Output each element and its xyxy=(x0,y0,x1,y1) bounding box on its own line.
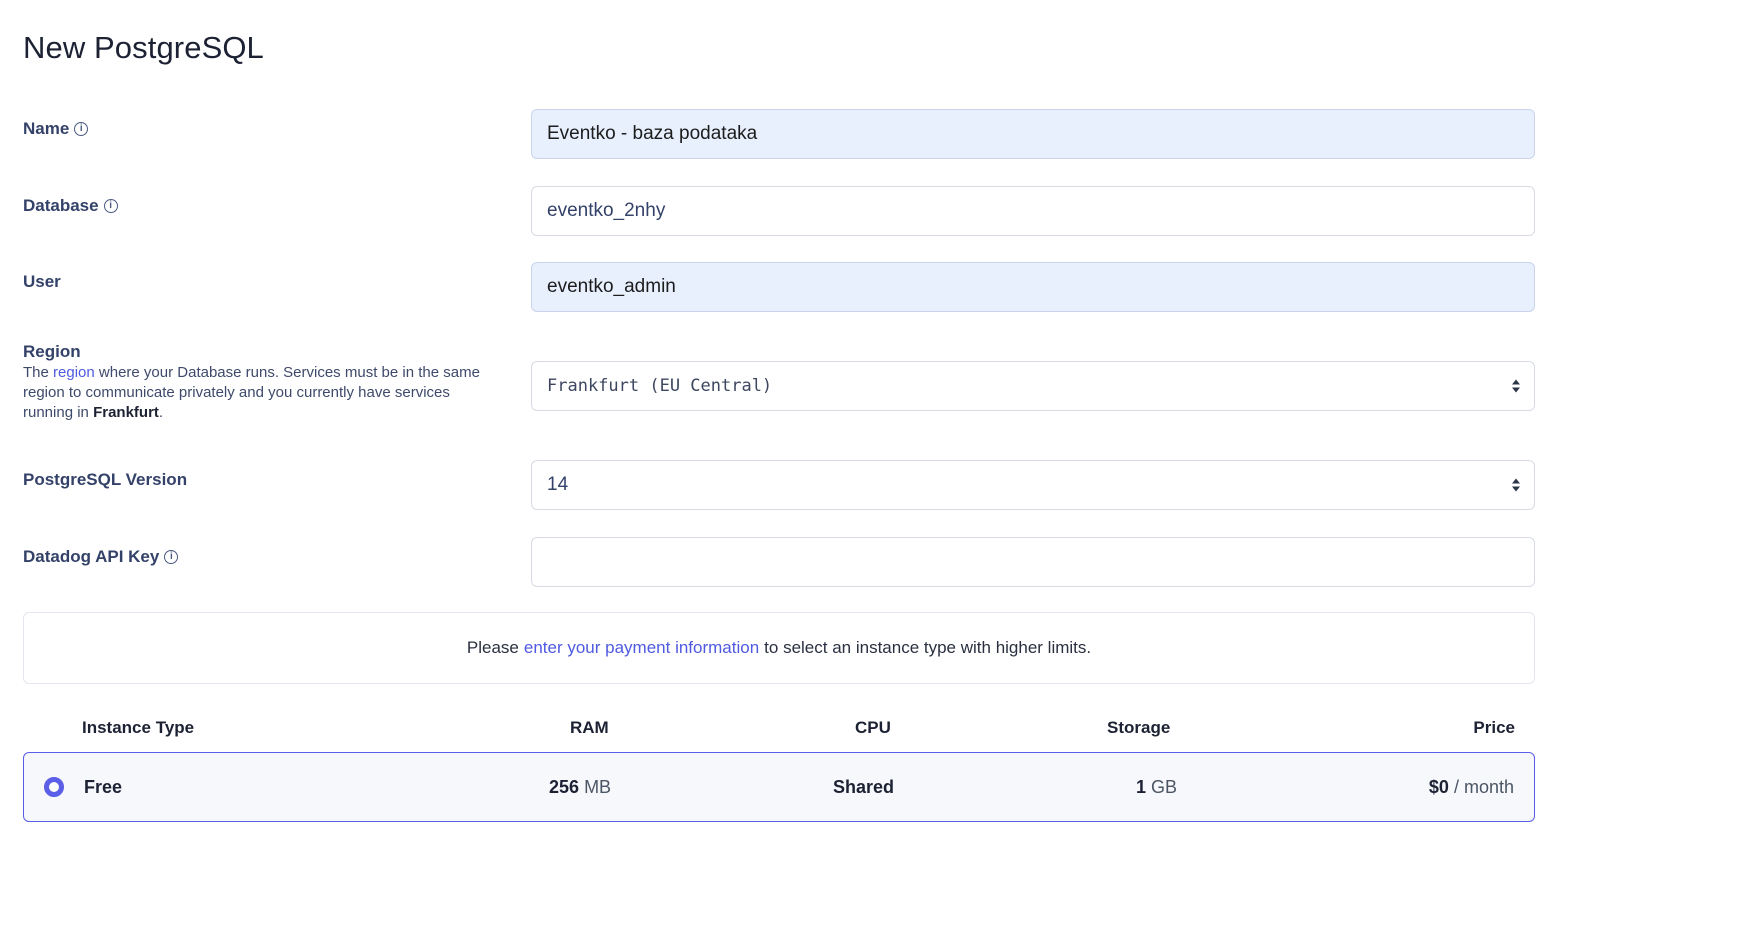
datadog-label-text: Datadog API Key xyxy=(23,547,160,566)
payment-info-link[interactable]: enter your payment information xyxy=(524,638,759,658)
version-selected-value: 14 xyxy=(547,474,569,495)
header-cpu: CPU xyxy=(855,718,891,737)
info-icon[interactable]: i xyxy=(103,199,118,213)
header-instance-type: Instance Type xyxy=(82,718,195,737)
region-selected-value: Frankfurt (EU Central) xyxy=(547,376,773,396)
version-label: PostgreSQL Version xyxy=(23,470,187,490)
payment-notice: Please enter your payment information to… xyxy=(23,612,1535,684)
notice-prefix: Please xyxy=(466,638,519,657)
instance-ram: 256 MB xyxy=(549,777,611,798)
name-input[interactable] xyxy=(547,110,1534,158)
price-unit: / month xyxy=(1453,777,1514,797)
storage-unit: GB xyxy=(1151,777,1178,797)
database-field[interactable] xyxy=(531,186,1535,236)
database-label-text: Database xyxy=(23,196,99,215)
info-icon[interactable]: i xyxy=(74,122,89,136)
database-input[interactable] xyxy=(547,187,1534,235)
datadog-input[interactable] xyxy=(547,538,1534,586)
ram-unit: MB xyxy=(584,777,612,797)
name-label-text: Name xyxy=(23,119,70,138)
header-ram: RAM xyxy=(570,718,609,737)
instance-row-free[interactable]: Free 256 MB Shared 1 GB $0 / month xyxy=(23,752,1535,822)
ram-value: 256 xyxy=(549,777,580,797)
instance-storage: 1 GB xyxy=(1136,777,1177,798)
price-value: $0 xyxy=(1428,777,1449,797)
user-label: User xyxy=(23,272,61,292)
version-select[interactable]: 14 xyxy=(531,460,1535,510)
select-arrows-icon xyxy=(1512,379,1520,393)
instance-price: $0 / month xyxy=(1429,777,1514,798)
datadog-field[interactable] xyxy=(531,537,1535,587)
instance-type-name: Free xyxy=(84,777,123,797)
info-icon[interactable]: i xyxy=(164,550,179,564)
user-field[interactable] xyxy=(531,262,1535,312)
region-help-prefix: The xyxy=(23,364,49,381)
notice-suffix: to select an instance type with higher l… xyxy=(764,638,1092,657)
instance-cpu: Shared xyxy=(833,777,895,797)
user-label-text: User xyxy=(23,272,61,291)
select-arrows-icon xyxy=(1512,478,1520,492)
radio-selected-icon[interactable] xyxy=(44,777,64,797)
version-label-text: PostgreSQL Version xyxy=(23,470,188,489)
storage-value: 1 xyxy=(1136,777,1147,797)
region-help-suffix: . xyxy=(158,404,164,421)
region-link[interactable]: region xyxy=(53,364,95,381)
user-input[interactable] xyxy=(547,263,1534,311)
name-label: Name i xyxy=(23,119,89,139)
region-label-text: Region xyxy=(23,342,81,361)
datadog-label: Datadog API Key i xyxy=(23,547,179,567)
region-select[interactable]: Frankfurt (EU Central) xyxy=(531,361,1535,411)
region-help-text: The region where your Database runs. Ser… xyxy=(23,363,503,423)
header-storage: Storage xyxy=(1107,718,1171,737)
region-current: Frankfurt xyxy=(93,404,159,421)
page-title: New PostgreSQL xyxy=(23,30,264,65)
database-label: Database i xyxy=(23,196,118,216)
region-label: Region xyxy=(23,342,81,362)
name-field[interactable] xyxy=(531,109,1535,159)
header-price: Price xyxy=(1473,718,1515,737)
